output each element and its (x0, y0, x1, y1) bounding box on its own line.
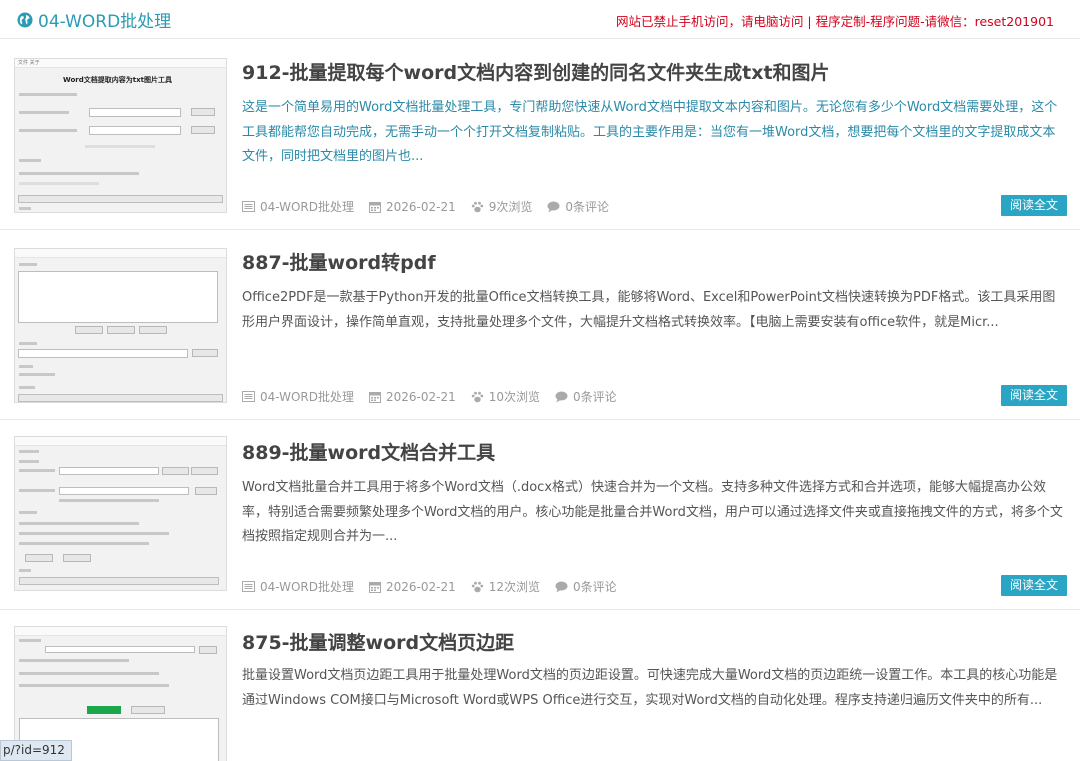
post-thumbnail[interactable]: 文件 关于 Word文档提取内容为txt图片工具 (14, 58, 227, 213)
meta-category[interactable]: 04-WORD批处理 (242, 198, 354, 215)
category-name: 04-WORD批处理 (38, 12, 172, 32)
meta-views: 12次浏览 (471, 578, 540, 595)
post-item-887: 887-批量word转pdf Office2PDF是一款基于Python开发的批… (0, 230, 1080, 420)
calendar-icon (369, 201, 382, 213)
post-meta: 04-WORD批处理 2026-02-21 9次浏览 0条评论 (242, 198, 624, 215)
site-notice: 网站已禁止手机访问，请电脑访问 | 程序定制-程序问题-请微信：reset201… (615, 14, 1054, 29)
meta-date: 2026-02-21 (369, 200, 456, 214)
globe-icon (17, 12, 33, 27)
post-item-875: 875-批量调整word文档页边距 批量设置Word文档页边距工具用于批量处理W… (0, 610, 1080, 761)
paw-icon (471, 201, 483, 212)
calendar-icon (369, 581, 382, 593)
post-excerpt: 批量设置Word文档页边距工具用于批量处理Word文档的页边距设置。可快速完成大… (242, 668, 1058, 708)
list-icon (242, 391, 255, 402)
calendar-icon (369, 391, 382, 403)
post-item-889: 889-批量word文档合并工具 Word文档批量合并工具用于将多个Word文档… (0, 420, 1080, 610)
read-more-button[interactable]: 阅读全文 (1001, 575, 1067, 596)
read-more-button[interactable]: 阅读全文 (1001, 195, 1067, 216)
list-icon (242, 201, 255, 212)
post-excerpt: Office2PDF是一款基于Python开发的批量Office文档转换工具，能… (242, 290, 1056, 330)
meta-comments[interactable]: 0条评论 (547, 198, 609, 215)
meta-date: 2026-02-21 (369, 580, 456, 594)
post-meta: 04-WORD批处理 2026-02-21 12次浏览 0条评论 (242, 578, 632, 595)
post-thumbnail[interactable] (14, 436, 227, 591)
category-header: 04-WORD批处理 网站已禁止手机访问，请电脑访问 | 程序定制-程序问题-请… (0, 0, 1080, 39)
meta-category[interactable]: 04-WORD批处理 (242, 578, 354, 595)
comment-icon (555, 391, 568, 402)
thumb-start-button (87, 706, 121, 714)
post-excerpt: 这是一个简单易用的Word文档批量处理工具，专门帮助您快速从Word文档中提取文… (242, 100, 1058, 164)
meta-views: 10次浏览 (471, 388, 540, 405)
post-title[interactable]: 889-批量word文档合并工具 (242, 438, 495, 465)
thumb-heading: Word文档提取内容为txt图片工具 (63, 76, 172, 84)
meta-category[interactable]: 04-WORD批处理 (242, 388, 354, 405)
thumb-titlebar (15, 249, 226, 258)
thumb-titlebar (15, 627, 226, 636)
meta-date: 2026-02-21 (369, 390, 456, 404)
post-item-912: 文件 关于 Word文档提取内容为txt图片工具 912-批量提取每个word文… (0, 40, 1080, 230)
list-icon (242, 581, 255, 592)
comment-icon (555, 581, 568, 592)
post-excerpt: Word文档批量合并工具用于将多个Word文档（.docx格式）快速合并为一个文… (242, 480, 1063, 544)
post-meta: 04-WORD批处理 2026-02-21 10次浏览 0条评论 (242, 388, 632, 405)
meta-comments[interactable]: 0条评论 (555, 388, 617, 405)
post-title[interactable]: 887-批量word转pdf (242, 248, 436, 275)
read-more-button[interactable]: 阅读全文 (1001, 385, 1067, 406)
paw-icon (471, 391, 483, 402)
comment-icon (547, 201, 560, 212)
paw-icon (471, 581, 483, 592)
status-url-tooltip: p/?id=912 (0, 740, 72, 761)
meta-views: 9次浏览 (471, 198, 532, 215)
meta-comments[interactable]: 0条评论 (555, 578, 617, 595)
category-title: 04-WORD批处理 (17, 7, 171, 32)
post-title[interactable]: 875-批量调整word文档页边距 (242, 628, 514, 655)
thumb-titlebar (15, 437, 226, 446)
post-title[interactable]: 912-批量提取每个word文档内容到创建的同名文件夹生成txt和图片 (242, 58, 830, 85)
post-thumbnail[interactable] (14, 248, 227, 403)
thumb-menubar: 文件 关于 (15, 59, 226, 68)
